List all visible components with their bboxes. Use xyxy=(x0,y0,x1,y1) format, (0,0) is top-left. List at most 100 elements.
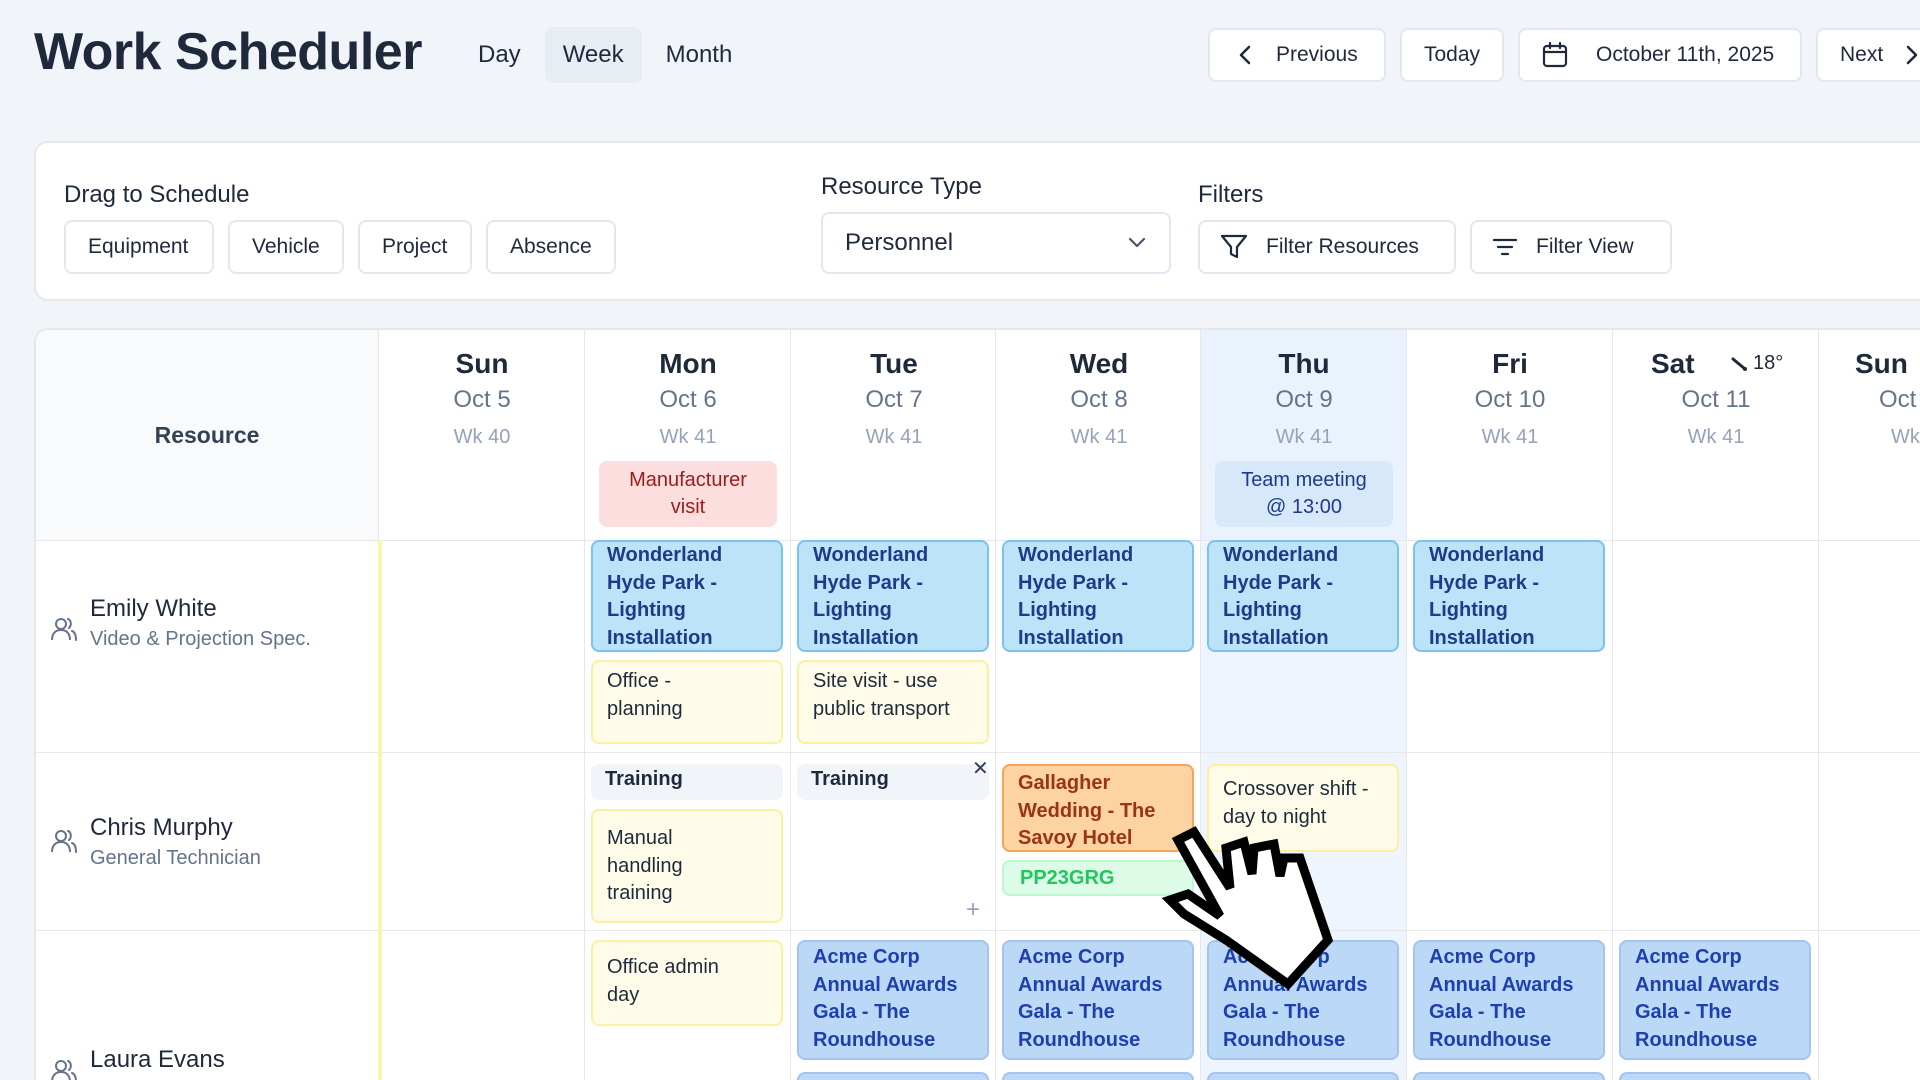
day-week: Wk 41 xyxy=(1275,426,1333,448)
filter-resources-button[interactable]: Filter Resources xyxy=(1198,220,1456,274)
funnel-icon xyxy=(1220,234,1248,260)
drag-item-equipment[interactable]: Equipment xyxy=(64,220,214,274)
day-header-sat[interactable]: Sat 18° Oct 11 Wk 41 xyxy=(1613,330,1819,540)
day-name: Tue xyxy=(870,348,918,379)
day-header-sun[interactable]: Sun Oct 5 Wk 40 xyxy=(379,330,585,540)
close-icon[interactable]: ✕ xyxy=(972,756,989,781)
drag-to-schedule-label: Drag to Schedule xyxy=(64,181,250,208)
schedule-grid: Resource Sun Oct 5 Wk 40 Mon Oct 6 Wk 41… xyxy=(34,328,1920,1080)
resource-name: Laura Evans xyxy=(90,1046,225,1073)
grid-line xyxy=(584,330,585,1080)
previous-button[interactable]: Previous xyxy=(1208,28,1386,82)
next-label: Next xyxy=(1840,43,1884,66)
resource-type-label: Resource Type xyxy=(821,173,982,200)
add-booking-icon[interactable]: + xyxy=(966,896,980,924)
day-name: Thu xyxy=(1278,348,1330,379)
day-date: Oct 11 xyxy=(1681,386,1751,413)
booking-wonderland[interactable]: Wonderland Hyde Park - Lighting Installa… xyxy=(1207,540,1399,652)
booking-office-planning[interactable]: Office - planning xyxy=(591,660,783,744)
resource-column-header: Resource xyxy=(36,330,378,540)
drag-item-project[interactable]: Project xyxy=(358,220,472,274)
booking-training[interactable]: Training xyxy=(797,764,989,800)
chevron-right-icon xyxy=(1905,45,1919,65)
resource-name: Chris Murphy xyxy=(90,814,233,841)
day-week: Wk 41 xyxy=(659,426,717,448)
grid-line xyxy=(1406,330,1407,1080)
filter-view-label: Filter View xyxy=(1536,235,1634,258)
day-week: Wk 41 xyxy=(1070,426,1128,448)
resource-role: General Technician xyxy=(90,847,261,869)
booking-acme-gala[interactable]: Acme Corp Annual Awards Gala - The Round… xyxy=(1619,940,1811,1060)
sort-lines-icon xyxy=(1492,237,1518,257)
booking-stub[interactable] xyxy=(1619,1072,1811,1080)
day-header-sun-next[interactable]: Sun Oct 12 Wk 41 xyxy=(1819,330,1920,540)
booking-wonderland[interactable]: Wonderland Hyde Park - Lighting Installa… xyxy=(1002,540,1194,652)
hand-pointer-cursor-icon xyxy=(1160,818,1340,998)
day-week: Wk 41 xyxy=(1687,426,1745,448)
resource-type-select[interactable]: Personnel xyxy=(821,212,1171,274)
day-header-fri[interactable]: Fri Oct 10 Wk 41 xyxy=(1407,330,1613,540)
booking-acme-gala[interactable]: Acme Corp Annual Awards Gala - The Round… xyxy=(797,940,989,1060)
day-date: Oct 6 xyxy=(659,386,717,413)
drag-item-absence[interactable]: Absence xyxy=(486,220,616,274)
grid-line xyxy=(790,330,791,1080)
day-date: Oct 7 xyxy=(865,386,923,413)
day-name: Fri xyxy=(1492,348,1528,379)
day-date: Oct 5 xyxy=(453,386,511,413)
booking-wonderland[interactable]: Wonderland Hyde Park - Lighting Installa… xyxy=(797,540,989,652)
day-date: Oct 8 xyxy=(1070,386,1128,413)
booking-wonderland[interactable]: Wonderland Hyde Park - Lighting Installa… xyxy=(591,540,783,652)
booking-stub[interactable] xyxy=(1413,1072,1605,1080)
day-week: Wk 41 xyxy=(1891,426,1920,448)
tab-day[interactable]: Day xyxy=(460,27,539,83)
person-icon xyxy=(50,828,78,854)
next-button[interactable]: Next xyxy=(1816,28,1920,82)
resource-row-chris[interactable]: Chris Murphy General Technician xyxy=(36,752,378,930)
filter-view-button[interactable]: Filter View xyxy=(1470,220,1672,274)
day-name: Wed xyxy=(1069,348,1129,379)
resource-role: Video & Projection Spec. xyxy=(90,628,311,650)
day-header-thu[interactable]: Thu Oct 9 Wk 41 Team meeting @ 13:00 xyxy=(1201,330,1407,540)
weather-icon xyxy=(1731,356,1749,372)
resource-row-emily[interactable]: Emily White Video & Projection Spec. xyxy=(36,540,378,752)
toolbar-card: Drag to Schedule Equipment Vehicle Proje… xyxy=(34,141,1920,301)
resource-row-laura[interactable]: Laura Evans xyxy=(36,930,378,1080)
booking-training[interactable]: Training xyxy=(591,764,783,800)
booking-stub[interactable] xyxy=(1002,1072,1194,1080)
previous-label: Previous xyxy=(1276,43,1358,66)
person-icon xyxy=(50,1058,78,1080)
booking-stub[interactable] xyxy=(797,1072,989,1080)
person-icon xyxy=(50,616,78,642)
booking-wonderland[interactable]: Wonderland Hyde Park - Lighting Installa… xyxy=(1413,540,1605,652)
day-event-manufacturer-visit[interactable]: Manufacturer visit xyxy=(599,461,777,527)
day-week: Wk 40 xyxy=(453,426,511,448)
day-name: Sun xyxy=(455,348,509,379)
day-week: Wk 41 xyxy=(865,426,923,448)
tab-month[interactable]: Month xyxy=(648,27,751,83)
timeline-marker xyxy=(378,540,382,1080)
date-picker-button[interactable]: October 11th, 2025 xyxy=(1518,28,1802,82)
booking-acme-gala[interactable]: Acme Corp Annual Awards Gala - The Round… xyxy=(1413,940,1605,1060)
weather-indicator: 18° xyxy=(1731,352,1783,375)
day-header-tue[interactable]: Tue Oct 7 Wk 41 xyxy=(791,330,997,540)
booking-site-visit[interactable]: Site visit - use public transport xyxy=(797,660,989,744)
page-title: Work Scheduler xyxy=(34,23,422,81)
day-event-team-meeting[interactable]: Team meeting @ 13:00 xyxy=(1215,461,1393,527)
grid-line xyxy=(1612,330,1613,1080)
booking-office-admin[interactable]: Office admin day xyxy=(591,940,783,1026)
drag-item-vehicle[interactable]: Vehicle xyxy=(228,220,344,274)
booking-stub[interactable] xyxy=(1207,1072,1399,1080)
day-date: Oct 10 xyxy=(1474,386,1546,413)
chevron-down-icon xyxy=(1127,237,1147,249)
day-header-wed[interactable]: Wed Oct 8 Wk 41 xyxy=(996,330,1202,540)
grid-line xyxy=(995,330,996,1080)
booking-manual-handling[interactable]: Manual handling training xyxy=(591,809,783,923)
view-tabs: Day Week Month xyxy=(460,27,750,83)
day-header-mon[interactable]: Mon Oct 6 Wk 41 Manufacturer visit xyxy=(585,330,791,540)
tab-week[interactable]: Week xyxy=(544,27,642,83)
resource-name: Emily White xyxy=(90,595,217,622)
day-date: Oct 9 xyxy=(1275,386,1333,413)
chevron-left-icon xyxy=(1238,45,1252,65)
day-date: Oct 12 xyxy=(1879,386,1920,413)
today-button[interactable]: Today xyxy=(1400,28,1504,82)
